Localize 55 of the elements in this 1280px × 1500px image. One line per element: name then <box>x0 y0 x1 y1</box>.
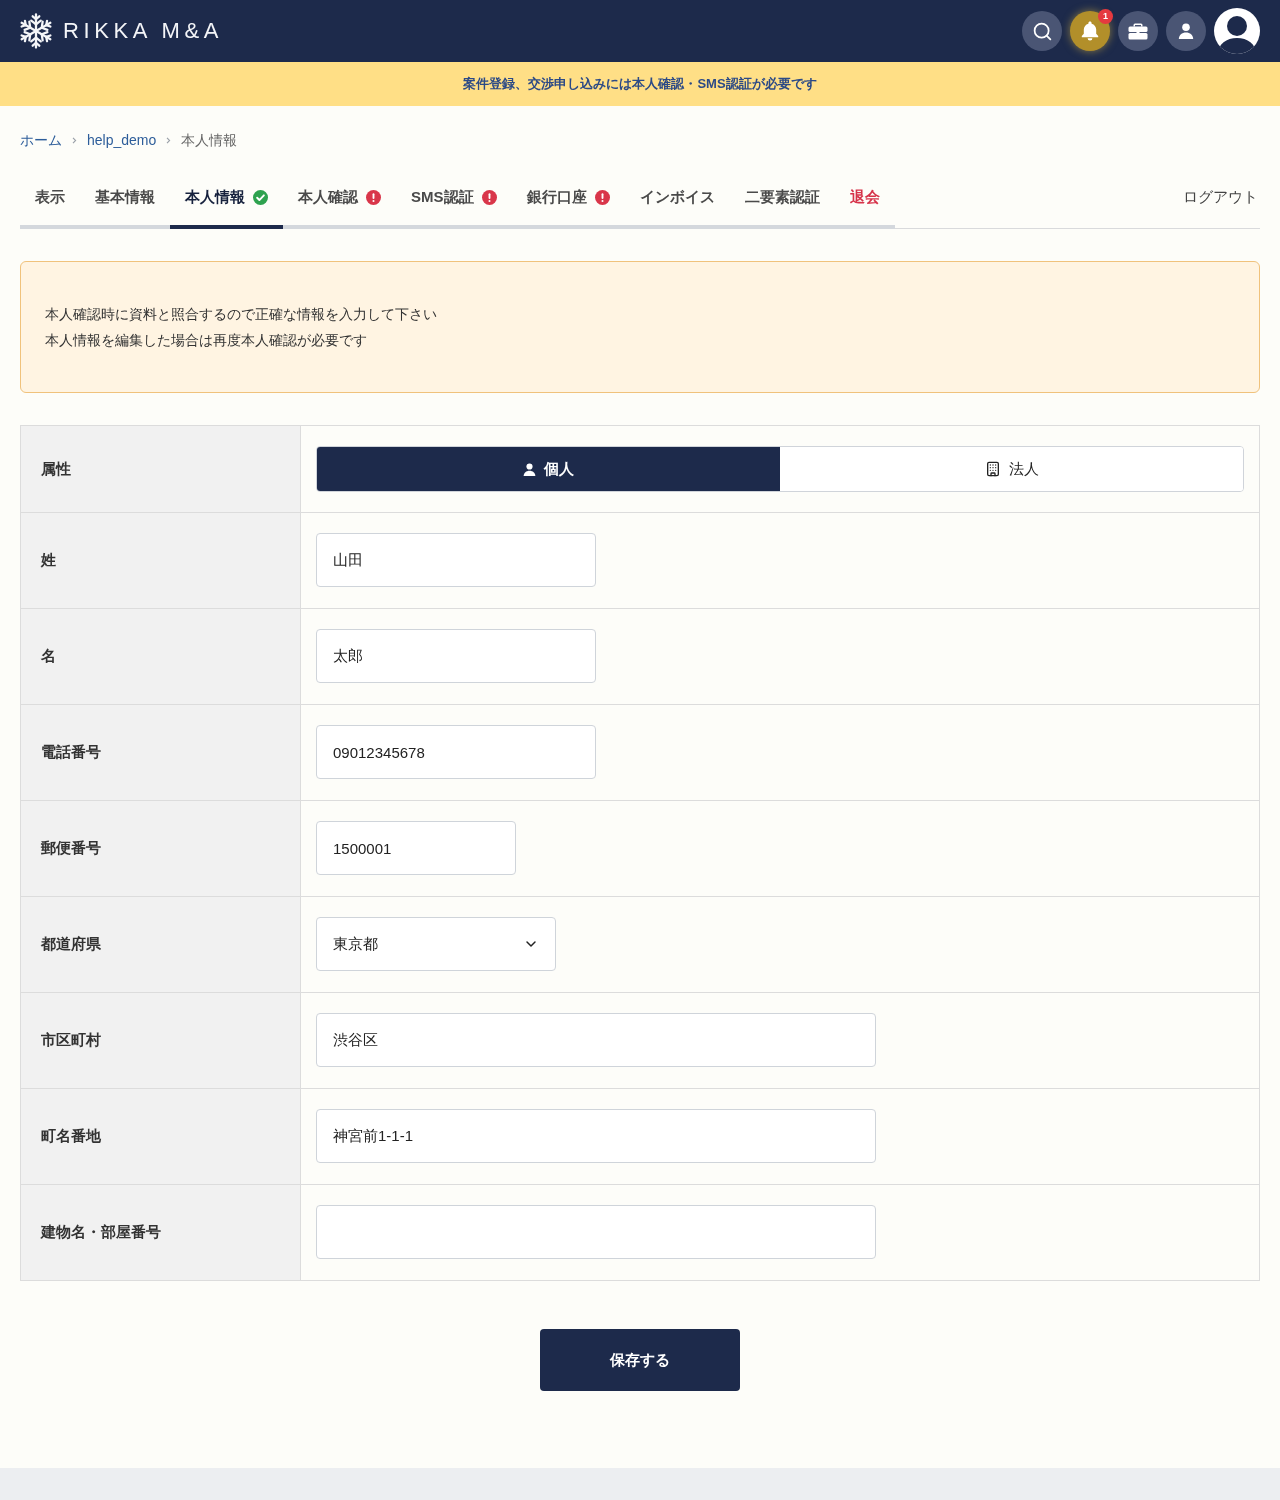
tab[interactable]: インボイス <box>624 167 730 229</box>
search-button[interactable] <box>1022 11 1062 51</box>
person-icon <box>1178 23 1194 39</box>
form-label: 市区町村 <box>21 993 301 1088</box>
select-field[interactable]: 東京都 <box>316 917 556 971</box>
alert-circle-icon <box>366 189 381 205</box>
input-field[interactable]: 山田 <box>316 533 596 587</box>
tab[interactable]: 本人確認 <box>283 167 396 229</box>
input-field[interactable]: 渋谷区 <box>316 1013 876 1067</box>
segment-option[interactable]: 個人 <box>317 447 780 491</box>
profile-button[interactable] <box>1166 11 1206 51</box>
alert-circle-icon <box>481 189 497 205</box>
form-label: 属性 <box>21 426 301 512</box>
briefcase-button[interactable] <box>1118 11 1158 51</box>
tab[interactable]: 表示 <box>20 167 80 229</box>
notification-badge: 1 <box>1098 9 1113 24</box>
notice-text: 本人確認時に資料と照合するので正確な情報を入力して下さい <box>45 305 438 324</box>
form-label: 町名番地 <box>21 1089 301 1184</box>
search-icon <box>1031 20 1053 42</box>
input-field[interactable]: 09012345678 <box>316 725 596 779</box>
building-icon <box>984 461 1001 477</box>
save-button[interactable]: 保存する <box>540 1329 740 1391</box>
form-label: 建物名・部屋番号 <box>21 1185 301 1280</box>
form-label: 郵便番号 <box>21 801 301 896</box>
bell-icon <box>1081 21 1099 41</box>
avatar-button[interactable] <box>1214 8 1260 54</box>
logo-text: RIKKA M&A <box>63 18 223 44</box>
input-field[interactable]: 神宮前1-1-1 <box>316 1109 876 1163</box>
input-field[interactable] <box>316 1205 876 1259</box>
person-icon <box>523 462 536 476</box>
breadcrumb-link[interactable]: ホーム <box>20 130 62 150</box>
form-label: 都道府県 <box>21 897 301 992</box>
notification-button[interactable]: 1 <box>1070 11 1110 51</box>
tab[interactable]: 二要素認証 <box>729 167 835 229</box>
notice-text: 本人情報を編集した場合は再度本人確認が必要です <box>45 331 368 350</box>
form-label: 電話番号 <box>21 705 301 800</box>
alert-circle-icon <box>594 189 610 205</box>
chevron-right-icon <box>166 136 172 144</box>
tab[interactable]: 基本情報 <box>80 167 170 229</box>
withdraw-tab[interactable]: 退会 <box>834 167 895 229</box>
current-page-text: 本人情報 <box>181 131 238 150</box>
notice-banner: 案件登録、交渉申し込みには本人確認・SMS認証が必要です <box>0 62 1280 106</box>
check-circle-icon <box>253 189 268 205</box>
logout-link[interactable]: ログアウト <box>1183 188 1260 207</box>
form-label: 名 <box>21 609 301 704</box>
briefcase-icon <box>1128 22 1148 40</box>
input-field[interactable]: 太郎 <box>316 629 596 683</box>
tab[interactable]: 銀行口座 <box>511 167 625 229</box>
input-field[interactable]: 1500001 <box>316 821 516 875</box>
breadcrumb-link[interactable]: help_demo <box>87 130 157 150</box>
tab[interactable]: 本人情報 <box>170 167 283 229</box>
snowflake-logo-icon <box>18 12 54 50</box>
chevron-right-icon <box>72 136 77 144</box>
tab[interactable]: SMS認証 <box>396 167 512 229</box>
form-label: 姓 <box>21 513 301 608</box>
